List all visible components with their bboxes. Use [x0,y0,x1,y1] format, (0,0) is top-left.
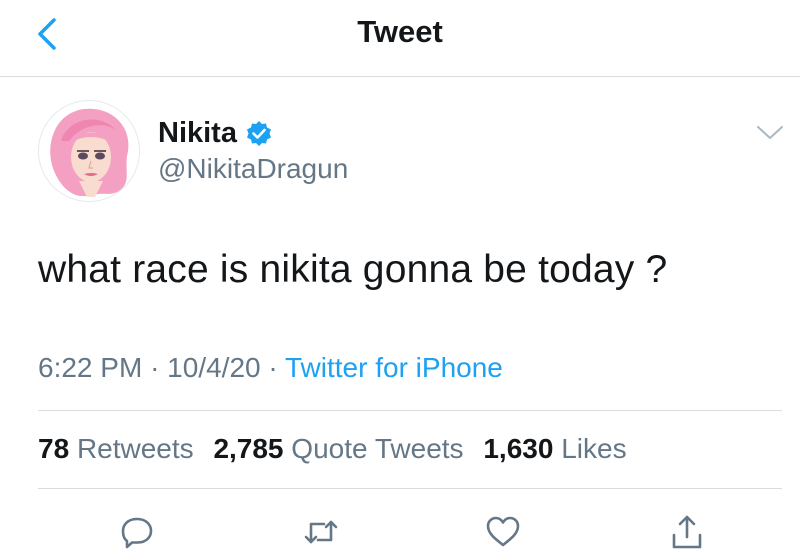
like-icon[interactable] [484,513,522,551]
share-icon[interactable] [668,513,706,551]
divider [38,488,782,489]
retweets-count: 78 [38,433,70,464]
tweet-source-link[interactable]: Twitter for iPhone [285,352,503,383]
author-name-row[interactable]: Nikita [158,117,273,150]
page-title: Tweet [357,14,443,49]
meta-separator: · [268,352,278,383]
author-handle[interactable]: @NikitaDragun [158,153,348,185]
quote-tweets-label: Quote Tweets [291,433,464,464]
avatar-illustration [39,101,139,201]
header-bar: Tweet [0,0,800,77]
tweet-date: 10/4/20 [167,352,261,383]
quote-tweets-count: 2,785 [213,433,284,464]
likes-label: Likes [561,433,627,464]
tweet-text: what race is nikita gonna be today ? [38,248,668,291]
verified-badge-icon [246,120,271,146]
retweets-stat[interactable]: 78 Retweets [38,433,194,464]
tweet-stats: 78 Retweets 2,785 Quote Tweets 1,630 Lik… [38,433,627,465]
retweet-icon[interactable] [302,513,340,551]
chevron-down-icon[interactable] [752,122,788,144]
likes-count: 1,630 [483,433,554,464]
quote-tweets-stat[interactable]: 2,785 Quote Tweets [213,433,463,464]
meta-separator: · [150,352,160,383]
display-name[interactable]: Nikita [158,117,237,150]
action-bar [0,503,800,553]
reply-icon[interactable] [118,513,156,551]
likes-stat[interactable]: 1,630 Likes [483,433,626,464]
divider [38,410,782,411]
retweets-label: Retweets [76,433,194,464]
tweet-time: 6:22 PM [38,352,143,383]
avatar[interactable] [38,100,140,202]
tweet-meta: 6:22 PM · 10/4/20 · Twitter for iPhone [38,352,503,384]
